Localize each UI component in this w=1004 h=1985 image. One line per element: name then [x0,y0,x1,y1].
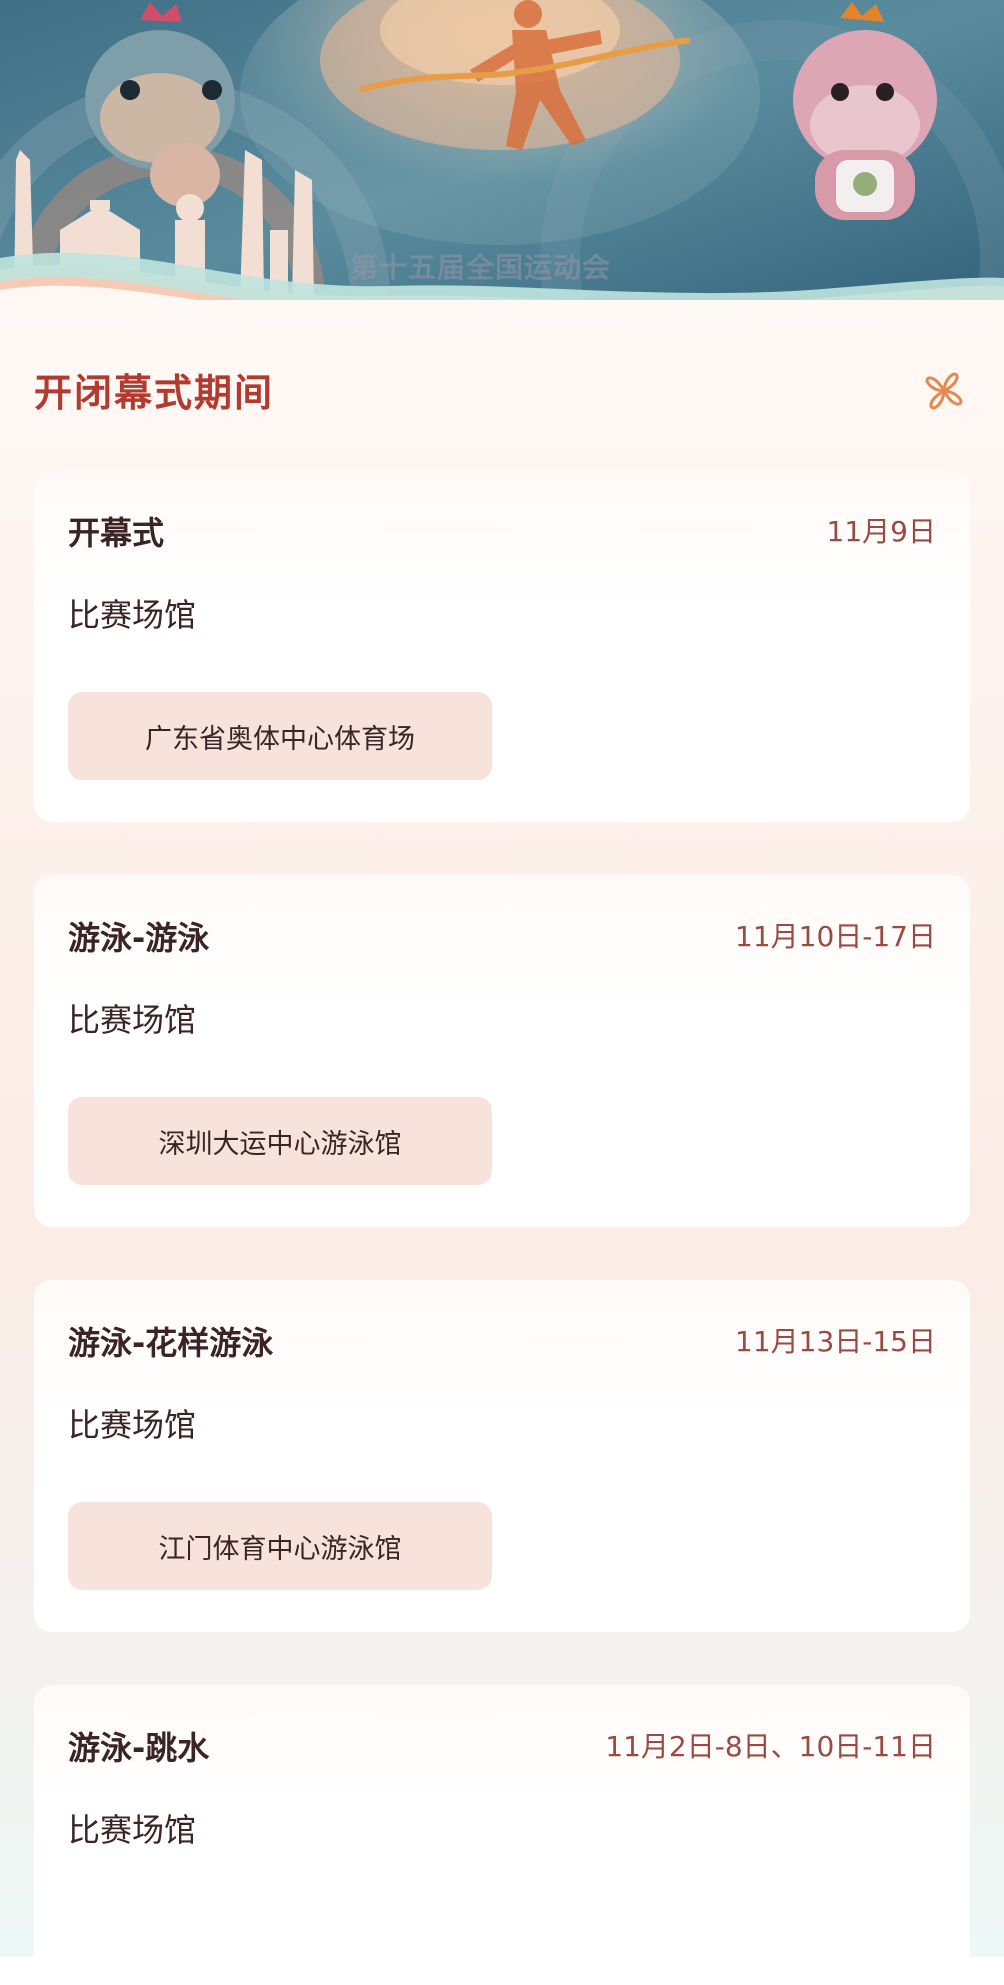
event-card[interactable]: 游泳-游泳 11月10日-17日 比赛场馆 深圳大运中心游泳馆 [34,875,970,1227]
venue-label: 比赛场馆 [68,1811,197,1849]
event-card[interactable]: 游泳-花样游泳 11月13日-15日 比赛场馆 江门体育中心游泳馆 [34,1280,970,1632]
event-date: 11月13日-15日 [735,1325,936,1358]
event-card[interactable]: 开幕式 11月9日 比赛场馆 广东省奥体中心体育场 [34,470,970,822]
venue-label: 比赛场馆 [68,596,197,634]
venue-chip[interactable]: 江门体育中心游泳馆 [68,1502,492,1590]
event-date: 11月10日-17日 [735,920,936,953]
venue-label: 比赛场馆 [68,1001,197,1039]
venue-label: 比赛场馆 [68,1406,197,1444]
event-name: 游泳-游泳 [68,919,210,957]
event-card[interactable]: 游泳-跳水 11月2日-8日、10日-11日 比赛场馆 [34,1685,970,1985]
event-date: 11月2日-8日、10日-11日 [605,1730,936,1763]
section-title: 开闭幕式期间 [34,371,275,415]
event-name: 游泳-跳水 [68,1729,210,1767]
header-banner: 第十五届全国运动会 [0,0,1004,330]
flower-icon [925,372,963,410]
venue-chip[interactable]: 广东省奥体中心体育场 [68,692,492,780]
banner-caption: 第十五届全国运动会 [350,251,612,284]
event-date: 11月9日 [826,515,936,548]
event-name: 开幕式 [68,514,165,552]
event-name: 游泳-花样游泳 [68,1324,274,1362]
venue-chip[interactable]: 深圳大运中心游泳馆 [68,1097,492,1185]
